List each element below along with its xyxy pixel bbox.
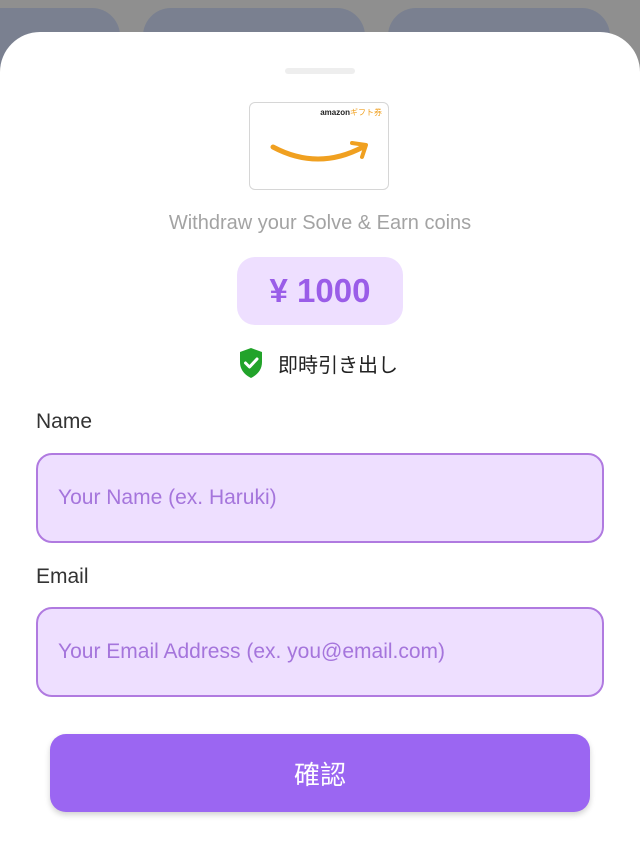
gift-card-image: amazonギフト券 [249, 102, 389, 190]
amazon-smile-logo-icon [270, 141, 368, 162]
brand-name: amazon [320, 108, 350, 117]
instant-withdrawal-row: 即時引き出し [238, 346, 398, 380]
name-label: Name [36, 410, 93, 433]
gift-card-brand: amazonギフト券 [320, 107, 382, 118]
email-label: Email [36, 565, 89, 588]
sheet-drag-handle[interactable] [285, 68, 355, 74]
withdraw-bottom-sheet: amazonギフト券 Withdraw your Solve & Earn co… [0, 32, 640, 853]
name-input[interactable] [36, 453, 604, 543]
withdraw-amount-badge: ¥ 1000 [237, 257, 403, 325]
confirm-button[interactable]: 確認 [50, 734, 590, 812]
withdraw-subtitle: Withdraw your Solve & Earn coins [168, 212, 472, 234]
verified-shield-icon [240, 348, 262, 378]
instant-withdrawal-label: 即時引き出し [278, 352, 398, 377]
brand-tag: ギフト券 [350, 108, 382, 117]
email-input[interactable] [36, 607, 604, 697]
